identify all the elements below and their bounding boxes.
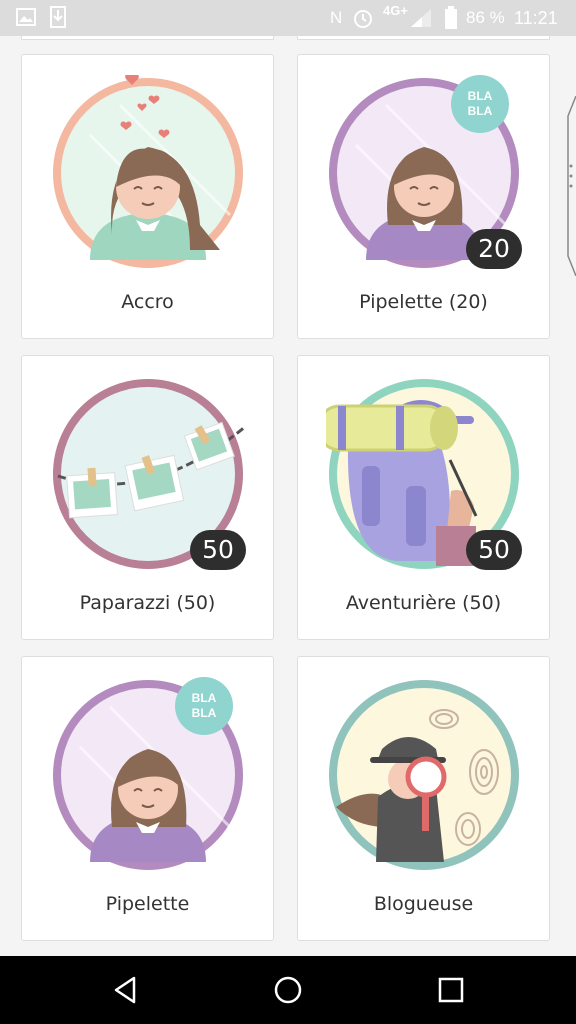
- recents-icon[interactable]: [432, 974, 468, 1006]
- bla-bubble-icon: BLA BLA: [451, 75, 509, 133]
- download-icon: [50, 6, 66, 28]
- image-icon: [16, 8, 36, 26]
- clock: 11:21: [514, 8, 558, 28]
- count-badge: 20: [466, 229, 522, 269]
- blogueuse-badge-image: [329, 680, 519, 870]
- card-stub-left: [21, 36, 274, 40]
- home-icon[interactable]: [270, 974, 306, 1006]
- battery-level: 86 %: [466, 8, 505, 27]
- badge-card-aventuriere[interactable]: 50 Aventurière (50): [297, 355, 550, 640]
- bubble-line: BLA: [191, 706, 217, 720]
- network-type: 4G+: [383, 3, 408, 18]
- battery-icon: [445, 6, 457, 29]
- badge-label: Pipelette: [105, 893, 190, 915]
- count-badge: 50: [190, 530, 246, 570]
- bla-bubble-icon: BLA BLA: [175, 677, 233, 735]
- signal-icon: [411, 9, 431, 27]
- badge-card-accro[interactable]: Accro: [21, 54, 274, 339]
- bubble-line: BLA: [467, 89, 493, 103]
- bubble-line: BLA: [191, 691, 217, 705]
- badges-grid: Accro BLA BLA 20 Pipelette (20) 50 Papar…: [0, 36, 576, 956]
- badge-label: Accro: [121, 291, 174, 313]
- count-badge: 50: [466, 530, 522, 570]
- alarm-icon: [354, 10, 372, 28]
- accro-badge-image: [53, 75, 243, 268]
- badge-label: Blogueuse: [373, 893, 474, 915]
- badge-label: Aventurière (50): [345, 592, 502, 614]
- badge-label: Pipelette (20): [359, 291, 488, 313]
- badge-card-pipelette-20[interactable]: BLA BLA 20 Pipelette (20): [297, 54, 550, 339]
- badge-card-paparazzi[interactable]: 50 Paparazzi (50): [21, 355, 274, 640]
- badge-card-blogueuse[interactable]: Blogueuse: [297, 656, 550, 941]
- badge-card-pipelette[interactable]: BLA BLA Pipelette: [21, 656, 274, 941]
- badge-label: Paparazzi (50): [79, 592, 216, 614]
- scroll-handle[interactable]: [566, 96, 576, 276]
- card-stub-right: [297, 36, 550, 40]
- nfc-icon: N: [330, 8, 343, 27]
- bubble-line: BLA: [467, 104, 493, 118]
- status-bar: N 4G+ 86 % 11:21: [0, 0, 576, 36]
- back-icon[interactable]: [108, 974, 144, 1006]
- navigation-bar: [0, 956, 576, 1024]
